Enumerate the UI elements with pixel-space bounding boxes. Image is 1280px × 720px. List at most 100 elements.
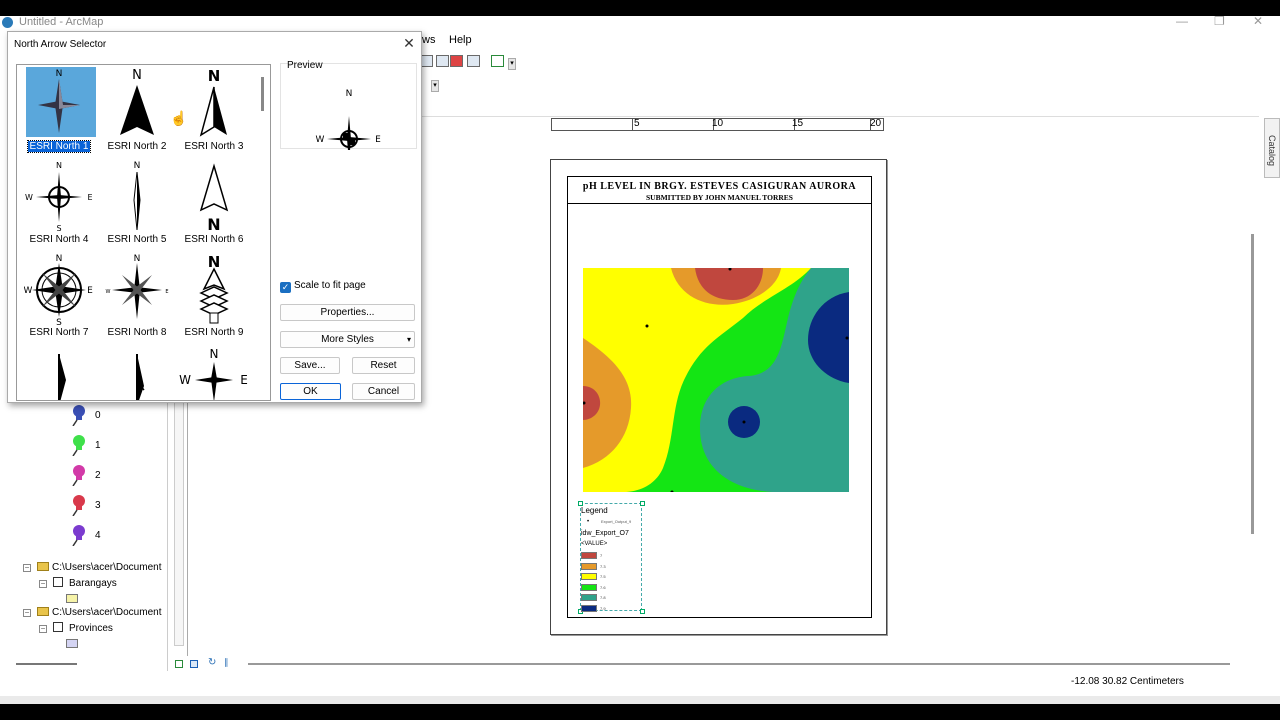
data-frame-row[interactable]: C:\Users\acer\Document [37, 562, 161, 573]
folder-icon [37, 562, 49, 571]
mouse-cursor-icon: ☝ [170, 110, 188, 126]
layer-checkbox[interactable] [53, 622, 63, 632]
arrow-item-11[interactable] [99, 346, 175, 400]
layer-checkbox[interactable] [53, 577, 63, 587]
toc-splitter[interactable] [174, 396, 184, 646]
legend-class-label: 7.6 [600, 584, 606, 590]
chevron-down-icon[interactable]: ▾ [508, 58, 516, 70]
title-divider [568, 203, 871, 204]
toolbar-button-icon[interactable] [436, 55, 449, 67]
arrow-item-esri-north-2[interactable]: N ESRI North 2 [99, 67, 175, 159]
windows-taskbar [0, 696, 1280, 704]
arrow-item-10[interactable] [21, 346, 97, 400]
toolbar: ▾ ▾ [418, 53, 538, 93]
arrow-label: ESRI North 7 [29, 327, 89, 338]
north-arrow-9-icon: N [199, 253, 229, 324]
north-arrow-3-icon: N [199, 67, 227, 137]
pause-icon[interactable]: ∥ [224, 657, 229, 668]
minimize-icon[interactable]: — [1176, 16, 1188, 28]
folder-icon [37, 607, 49, 616]
collapse-icon[interactable]: − [23, 609, 31, 617]
reset-button[interactable]: Reset [352, 357, 415, 374]
save-button[interactable]: Save... [280, 357, 340, 374]
arrow-item-esri-north-5[interactable]: N ESRI North 5 [99, 160, 175, 252]
collapse-icon[interactable]: − [39, 625, 47, 633]
arrow-item-12[interactable]: N W E [176, 346, 252, 400]
legend-swatch [581, 583, 597, 591]
svg-text:N: N [56, 69, 63, 79]
more-styles-button[interactable]: More Styles ▾ [280, 331, 415, 348]
arrow-item-esri-north-8[interactable]: N W E ESRI North 8 [99, 253, 175, 345]
map-subtitle[interactable]: SUBMITTED BY JOHN MANUEL TORRES [568, 193, 871, 202]
list-scrollbar[interactable] [261, 77, 264, 111]
legend-point-label: Export_Output_9 [601, 519, 632, 524]
arrow-item-esri-north-6[interactable]: N ESRI North 6 [176, 160, 252, 252]
arrow-label: ESRI North 5 [107, 234, 167, 245]
arrow-item-esri-north-9[interactable]: N ESRI North 9 [176, 253, 252, 345]
horizontal-scrollbar[interactable] [248, 663, 1230, 665]
toolbar-button-icon[interactable] [491, 55, 504, 67]
scale-to-fit-checkbox[interactable]: ✓ [280, 282, 291, 293]
svg-text:N: N [56, 254, 63, 264]
toolbar-button-icon[interactable] [450, 55, 463, 67]
maximize-icon[interactable]: ❐ [1214, 16, 1225, 28]
north-arrow-selector-dialog: North Arrow Selector ✕ N ESRI North 1 N [7, 31, 422, 403]
layout-view-icon[interactable] [190, 660, 198, 668]
resize-handle[interactable] [640, 501, 645, 506]
legend-swatch [581, 573, 597, 580]
cancel-button[interactable]: Cancel [352, 383, 415, 400]
close-icon[interactable]: ✕ [401, 35, 417, 51]
legend-swatch [581, 594, 597, 601]
north-arrow-8-icon: N W E [106, 254, 169, 319]
north-arrow-1-icon: N [38, 69, 80, 133]
map-legend[interactable]: Legend • Export_Output_9 idw_Export_O7 <… [578, 501, 645, 614]
chevron-down-icon: ▾ [406, 335, 411, 344]
idw-raster-map[interactable] [583, 268, 849, 492]
layer-symbol-swatch [66, 639, 78, 648]
arcmap-app-icon [2, 17, 13, 28]
menu-help[interactable]: Help [449, 34, 472, 46]
chevron-down-icon[interactable]: ▾ [431, 80, 439, 92]
legend-class-label: 7.3 [600, 563, 606, 569]
legend-value-label: <VALUE> [581, 541, 608, 547]
svg-text:S: S [56, 224, 61, 232]
layer-row-barangays[interactable]: Barangays [53, 577, 117, 589]
point-symbol-icon: • [587, 519, 590, 525]
menu-windows[interactable]: ws [422, 34, 435, 46]
toc-scrollbar[interactable] [16, 663, 77, 665]
data-frame-row[interactable]: C:\Users\acer\Document [37, 607, 161, 618]
preview-north-arrow-icon: N S W E [316, 89, 382, 175]
svg-text:N: N [208, 67, 221, 85]
legend-swatch [581, 562, 597, 570]
more-styles-label: More Styles [321, 334, 374, 345]
svg-text:W: W [25, 193, 33, 202]
ok-button[interactable]: OK [280, 383, 341, 400]
refresh-icon[interactable]: ↻ [208, 657, 216, 668]
ruler-label: 5 [634, 118, 640, 129]
catalog-tab[interactable]: Catalog [1264, 118, 1280, 178]
layer-row-provinces[interactable]: Provinces [53, 622, 113, 634]
close-window-icon[interactable]: ✕ [1253, 16, 1263, 28]
legend-swatch [581, 604, 597, 612]
north-arrow-list[interactable]: N ESRI North 1 N ESRI North 2 N ESRI Nor… [16, 64, 271, 401]
symbol-class-label: 1 [95, 440, 101, 451]
svg-text:W: W [24, 286, 33, 296]
north-arrow-4-icon: N S W E [25, 161, 92, 232]
menu-bar: ws Help [420, 33, 1280, 49]
collapse-icon[interactable]: − [23, 564, 31, 572]
scale-to-fit-option[interactable]: ✓ Scale to fit page [280, 280, 366, 293]
map-title[interactable]: pH LEVEL IN BRGY. ESTEVES CASIGURAN AURO… [568, 181, 871, 192]
properties-button[interactable]: Properties... [280, 304, 415, 321]
arrow-label: ESRI North 9 [184, 327, 244, 338]
svg-text:N: N [132, 68, 142, 83]
collapse-icon[interactable]: − [39, 580, 47, 588]
arrow-item-esri-north-4[interactable]: N S W E ESRI North 4 [21, 160, 97, 252]
data-view-icon[interactable] [175, 660, 183, 668]
coordinate-readout: -12.08 30.82 Centimeters [1071, 676, 1184, 687]
arrow-item-esri-north-7[interactable]: N S W E ESRI North 7 [21, 253, 97, 345]
vertical-scrollbar[interactable] [1251, 234, 1254, 534]
resize-handle[interactable] [640, 609, 645, 614]
scale-to-fit-label: Scale to fit page [294, 280, 366, 291]
arrow-item-esri-north-1[interactable]: N ESRI North 1 [21, 67, 97, 159]
toolbar-button-icon[interactable] [467, 55, 480, 67]
